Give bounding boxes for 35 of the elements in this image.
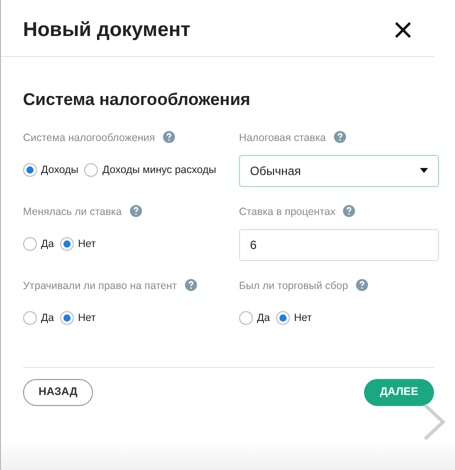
radio-option[interactable]: Нет [60, 310, 96, 326]
field-label: Ставка в процентах [239, 206, 336, 218]
radio-option[interactable]: Доходы минус расходы [84, 162, 216, 178]
chevron-right-icon[interactable] [422, 403, 446, 441]
radio-option[interactable]: Да [23, 236, 54, 252]
dialog-title: Новый документ [23, 18, 190, 42]
radio-button[interactable] [276, 311, 290, 326]
help-icon[interactable] [162, 130, 175, 142]
radio-button[interactable] [23, 163, 37, 178]
radio-option[interactable]: Доходы [23, 162, 78, 178]
radio-button[interactable] [23, 237, 37, 252]
caret-icon [420, 168, 428, 173]
field-label: Менялась ли ставка [23, 206, 122, 218]
field-label: Налоговая ставка [239, 132, 326, 144]
help-icon[interactable] [343, 204, 356, 216]
radio-option[interactable]: Нет [60, 236, 96, 252]
field-label: Утрачивали ли право на патент [23, 280, 177, 292]
radio-option[interactable]: Да [23, 310, 54, 326]
help-icon[interactable] [334, 130, 346, 142]
field-label: Система налогообложения [23, 132, 155, 144]
select-field[interactable]: Обычная [239, 154, 439, 186]
radio-button[interactable] [239, 311, 253, 326]
radio-button[interactable] [84, 163, 98, 178]
radio-option[interactable]: Нет [276, 310, 312, 326]
back-button[interactable]: НАЗАД [23, 378, 93, 406]
radio-button[interactable] [23, 311, 37, 326]
section-title: Система налогообложения [23, 89, 252, 111]
field-label: Был ли торговый сбор [239, 280, 348, 292]
radio-button[interactable] [60, 237, 74, 252]
input-field[interactable]: 6 [239, 228, 439, 260]
help-icon[interactable] [184, 278, 197, 290]
help-icon[interactable] [356, 278, 368, 290]
radio-button[interactable] [60, 311, 74, 326]
radio-option[interactable]: Да [239, 310, 270, 326]
help-icon[interactable] [130, 204, 142, 216]
